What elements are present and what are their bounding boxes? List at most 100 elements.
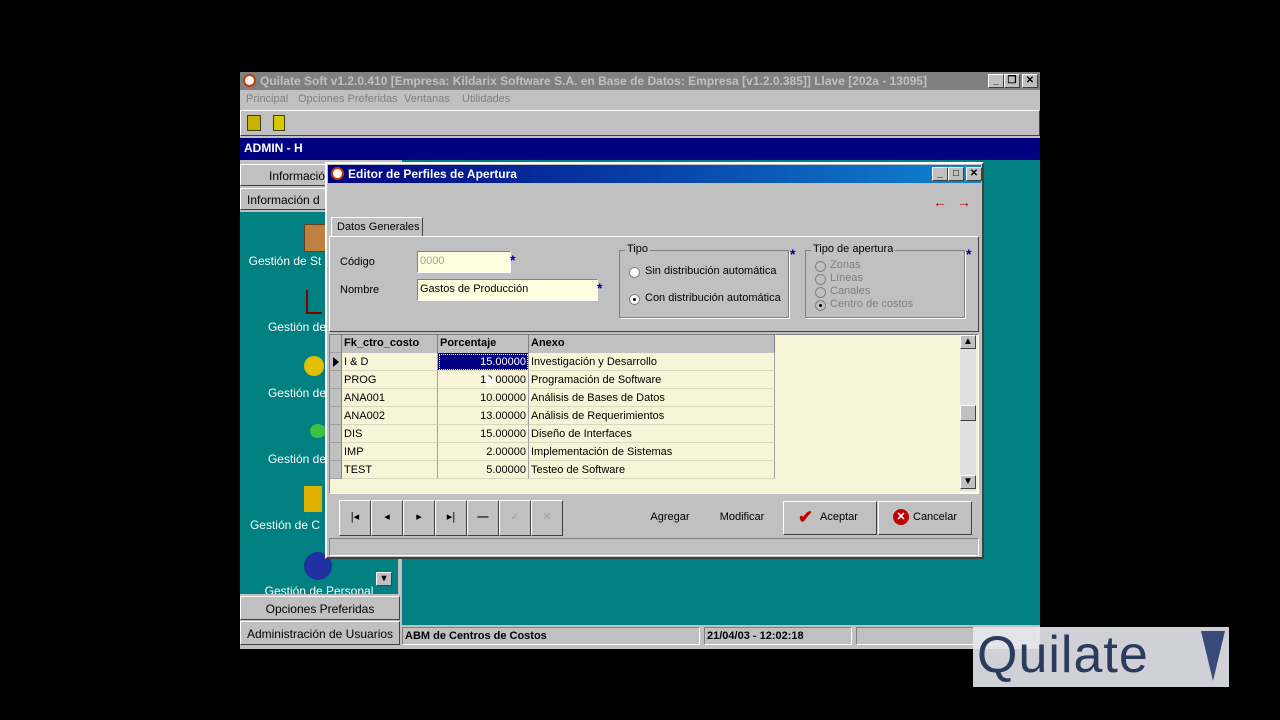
table-row[interactable]: I & D 15.00000 Investigación y Desarrollo xyxy=(330,353,775,371)
radio-canales-label[interactable]: Canales xyxy=(830,285,870,297)
nav-next-button[interactable]: ▸ xyxy=(403,500,435,536)
menu-ventanas[interactable]: Ventanas xyxy=(404,93,450,105)
sidebar-tab-administracion-usuarios[interactable]: Administración de Usuarios xyxy=(240,621,400,645)
cell-anexo[interactable]: Testeo de Software xyxy=(529,461,775,479)
cell-porcentaje[interactable]: 13.00000 xyxy=(438,407,529,425)
scroll-thumb[interactable] xyxy=(960,405,976,421)
sidebar-scroll-down-button[interactable]: ▾ xyxy=(376,572,392,586)
dialog-minimize-button[interactable]: _ xyxy=(932,167,948,181)
radio-lineas-label[interactable]: Líneas xyxy=(830,272,863,284)
calculator-icon[interactable] xyxy=(304,486,322,512)
cell-anexo[interactable]: Análisis de Bases de Datos xyxy=(529,389,775,407)
watermark-logo: Quilate xyxy=(973,626,1229,687)
radio-centro-costos[interactable] xyxy=(815,300,826,311)
cell-fk-ctro-costo[interactable]: TEST xyxy=(342,461,438,479)
row-indicator[interactable] xyxy=(330,443,342,461)
row-indicator[interactable] xyxy=(330,389,342,407)
data-grid[interactable]: Fk_ctro_costo Porcentaje Anexo I & D 15.0… xyxy=(329,334,979,494)
sidebar-tab-label: Administración de Usuarios xyxy=(246,627,394,641)
table-row[interactable]: TEST 5.00000 Testeo de Software xyxy=(330,461,775,479)
nav-delete-button[interactable]: — xyxy=(467,500,499,536)
toolbar-report-icon[interactable] xyxy=(273,115,285,131)
radio-lineas[interactable] xyxy=(815,274,826,285)
cell-porcentaje[interactable]: 10.00000 xyxy=(438,389,529,407)
sidebar-tab-opciones-preferidas[interactable]: Opciones Preferidas xyxy=(240,596,400,620)
agregar-button[interactable]: Agregar xyxy=(637,500,703,534)
col-header-porcentaje[interactable]: Porcentaje xyxy=(438,335,529,353)
row-indicator[interactable] xyxy=(330,407,342,425)
cell-fk-ctro-costo[interactable]: PROG xyxy=(342,371,438,389)
menu-principal[interactable]: Principal xyxy=(246,93,288,105)
cell-fk-ctro-costo[interactable]: IMP xyxy=(342,443,438,461)
nav-post-button[interactable]: ✓ xyxy=(499,500,531,536)
radio-zonas[interactable] xyxy=(815,261,826,272)
dialog-maximize-button[interactable]: □ xyxy=(948,167,964,181)
cell-fk-ctro-costo[interactable]: I & D xyxy=(342,353,438,371)
table-row[interactable]: ANA001 10.00000 Análisis de Bases de Datos xyxy=(330,389,775,407)
main-title-bar[interactable]: Quilate Soft v1.2.0.410 [Empresa: Kildar… xyxy=(240,72,1040,90)
dialog-logo-icon xyxy=(331,167,344,180)
row-indicator[interactable] xyxy=(330,425,342,443)
dialog-status-strip xyxy=(329,538,979,556)
cell-porcentaje[interactable]: 15.00000 xyxy=(438,425,529,443)
row-indicator[interactable] xyxy=(330,461,342,479)
tab-datos-generales[interactable]: Datos Generales xyxy=(331,217,423,237)
arrow-left-icon[interactable]: ← xyxy=(933,194,947,210)
table-row[interactable]: PROG 10.00000 Programación de Software xyxy=(330,371,775,389)
cell-anexo[interactable]: Diseño de Interfaces xyxy=(529,425,775,443)
nombre-field[interactable]: Gastos de Producción xyxy=(417,279,598,301)
toolbar-db-icon[interactable] xyxy=(247,115,261,131)
row-indicator[interactable] xyxy=(330,371,342,389)
radio-canales[interactable] xyxy=(815,287,826,298)
radio-centro-costos-label[interactable]: Centro de costos xyxy=(830,298,913,310)
grid-scrollbar[interactable]: ▲ ▼ xyxy=(960,335,976,491)
arrow-right-icon[interactable]: → xyxy=(957,194,971,210)
cell-fk-ctro-costo[interactable]: ANA002 xyxy=(342,407,438,425)
sidebar-item-5[interactable]: Gestión de Personal xyxy=(240,584,398,594)
dialog-close-button[interactable]: ✕ xyxy=(966,167,982,181)
nav-prior-button[interactable]: ◂ xyxy=(371,500,403,536)
menu-utilidades[interactable]: Utilidades xyxy=(462,93,510,105)
cell-anexo[interactable]: Análisis de Requerimientos xyxy=(529,407,775,425)
close-button[interactable]: ✕ xyxy=(1022,74,1038,88)
restore-button[interactable]: ❐ xyxy=(1004,74,1020,88)
table-row[interactable]: IMP 2.00000 Implementación de Sistemas xyxy=(330,443,775,461)
cell-porcentaje[interactable]: 5.00000 xyxy=(438,461,529,479)
cell-anexo[interactable]: Programación de Software xyxy=(529,371,775,389)
cell-porcentaje[interactable]: 15.00000 xyxy=(438,353,529,371)
tipo-group: Tipo Sin distribución automática Con dis… xyxy=(619,243,789,318)
status-message-text: ABM de Centros de Costos xyxy=(405,630,547,642)
radio-sin-distribucion-label[interactable]: Sin distribución automática xyxy=(645,265,776,277)
cell-fk-ctro-costo[interactable]: DIS xyxy=(342,425,438,443)
status-message: ABM de Centros de Costos xyxy=(402,627,700,645)
radio-sin-distribucion[interactable] xyxy=(629,267,640,278)
modificar-button[interactable]: Modificar xyxy=(709,500,775,534)
minimize-button[interactable]: _ xyxy=(988,74,1004,88)
table-row[interactable]: ANA002 13.00000 Análisis de Requerimientos xyxy=(330,407,775,425)
codigo-field[interactable]: 0000 xyxy=(417,251,511,273)
aceptar-button[interactable]: ✔ Aceptar xyxy=(783,501,877,535)
cell-anexo[interactable]: Investigación y Desarrollo xyxy=(529,353,775,371)
scroll-up-button[interactable]: ▲ xyxy=(960,335,976,349)
radio-con-distribucion-label[interactable]: Con distribución automática xyxy=(645,292,781,304)
menu-opciones-preferidas[interactable]: Opciones Preferidas xyxy=(298,93,398,105)
row-indicator[interactable] xyxy=(330,353,342,371)
col-header-fk-ctro-costo[interactable]: Fk_ctro_costo xyxy=(342,335,438,353)
chart-icon[interactable] xyxy=(306,290,322,314)
radio-zonas-label[interactable]: Zonas xyxy=(830,259,861,271)
cell-fk-ctro-costo[interactable]: ANA001 xyxy=(342,389,438,407)
menu-bar: Principal Opciones Preferidas Ventanas U… xyxy=(246,93,1026,109)
sun-icon[interactable] xyxy=(304,356,324,376)
nav-cancel-button[interactable]: ✕ xyxy=(531,500,563,536)
gear-icon[interactable] xyxy=(310,424,326,438)
table-row[interactable]: DIS 15.00000 Diseño de Interfaces xyxy=(330,425,775,443)
dialog-title-bar[interactable]: Editor de Perfiles de Apertura _ □ ✕ xyxy=(328,165,982,183)
cell-porcentaje[interactable]: 2.00000 xyxy=(438,443,529,461)
scroll-down-button[interactable]: ▼ xyxy=(960,475,976,489)
cell-anexo[interactable]: Implementación de Sistemas xyxy=(529,443,775,461)
col-header-anexo[interactable]: Anexo xyxy=(529,335,775,353)
nav-first-button[interactable]: |◂ xyxy=(339,500,371,536)
radio-con-distribucion[interactable] xyxy=(629,294,640,305)
cancelar-button[interactable]: ✕ Cancelar xyxy=(878,501,972,535)
nav-last-button[interactable]: ▸| xyxy=(435,500,467,536)
